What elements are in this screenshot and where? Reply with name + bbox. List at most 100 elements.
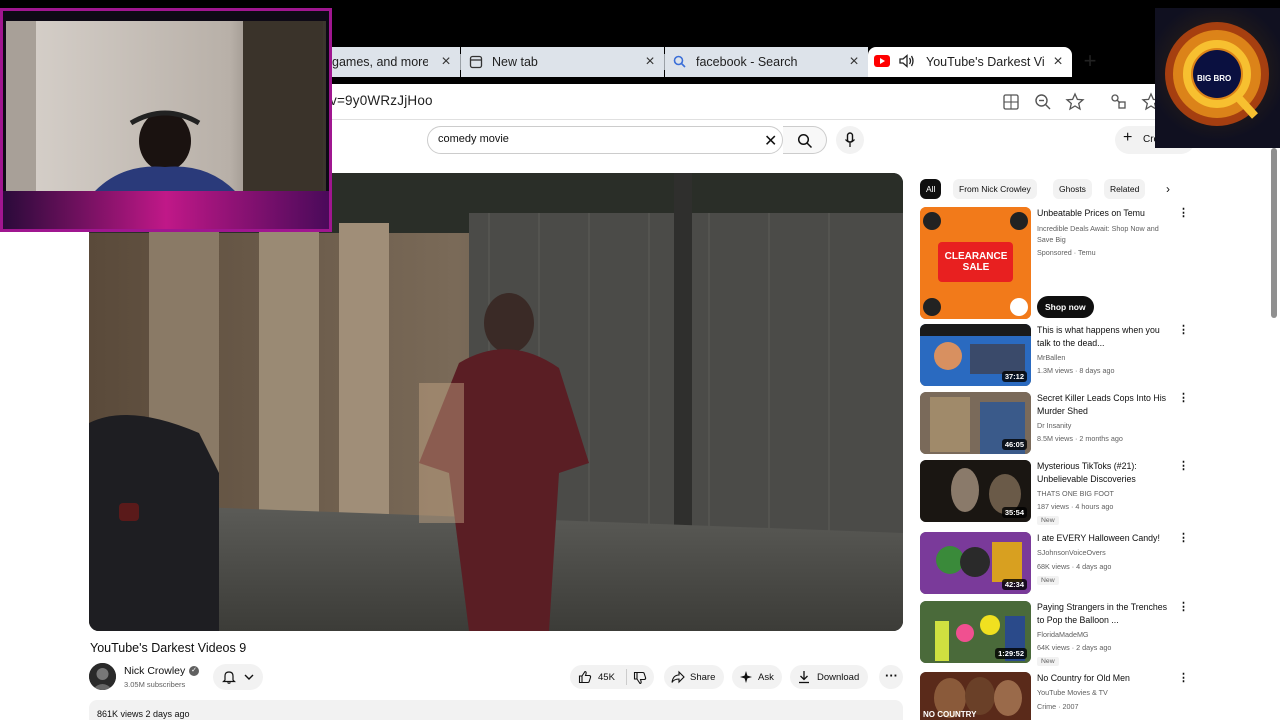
microphone-icon — [844, 132, 856, 147]
rec-meta: 68K views · 4 days ago — [1037, 562, 1112, 571]
search-input-text[interactable]: comedy movie — [438, 133, 509, 145]
download-label: Download — [817, 672, 860, 683]
close-icon[interactable]: × — [1050, 54, 1066, 70]
rec-meta: Crime · 2007 — [1037, 702, 1079, 711]
like-count[interactable]: 45K — [598, 672, 615, 683]
new-badge: New — [1037, 516, 1059, 525]
chip-all[interactable]: All — [920, 179, 942, 199]
rec-channel[interactable]: YouTube Movies & TV — [1037, 688, 1108, 697]
chip-related[interactable]: Related — [1104, 179, 1146, 199]
rec-thumbnail[interactable]: 37:12 — [920, 324, 1031, 386]
rec-meta: 1.3M views · 8 days ago — [1037, 366, 1115, 375]
tab-label: YouTube's Darkest Vid — [926, 55, 1044, 69]
rec-meta: 8.5M views · 2 months ago — [1037, 434, 1123, 443]
download-button[interactable]: Download — [790, 665, 868, 689]
recommendation-item[interactable]: 42:34 I ate EVERY Halloween Candy! SJohn… — [920, 532, 1190, 595]
youtube-header: comedy movie ✕ + Cre — [330, 120, 1280, 160]
extensions-icon[interactable] — [1109, 92, 1129, 112]
tab-facebook-search[interactable]: facebook - Search × — [665, 47, 868, 77]
recommendation-item[interactable]: 46:05 Secret Killer Leads Cops Into His … — [920, 392, 1190, 455]
rec-thumbnail[interactable]: 46:05 — [920, 392, 1031, 454]
url-text[interactable]: v=9y0WRzJjHoo — [330, 93, 433, 108]
scrollbar-thumb[interactable] — [1271, 148, 1277, 318]
rec-thumbnail[interactable]: NO COUNTRY — [920, 672, 1031, 720]
rec-title[interactable]: Mysterious TikToks (#21): Unbelievable D… — [1037, 460, 1172, 486]
rec-channel[interactable]: Dr Insanity — [1037, 421, 1071, 430]
ask-button[interactable]: Ask — [732, 665, 782, 689]
more-vertical-icon[interactable]: ⋮ — [1178, 673, 1189, 684]
recommendation-item[interactable]: 37:12 This is what happens when you talk… — [920, 324, 1190, 387]
notifications-button[interactable] — [213, 664, 263, 690]
description-box[interactable]: 861K views 2 days ago — [89, 700, 903, 720]
thumbnail-text: NO COUNTRY — [923, 710, 977, 719]
close-icon[interactable]: × — [642, 54, 658, 70]
rec-channel[interactable]: FloridaMadeMG — [1037, 630, 1089, 639]
channel-avatar[interactable] — [89, 663, 116, 690]
favorite-star-icon[interactable] — [1065, 92, 1085, 112]
search-button[interactable] — [783, 126, 827, 154]
rec-title[interactable]: No Country for Old Men — [1037, 672, 1172, 685]
tab-youtube-active[interactable]: YouTube's Darkest Vid × — [868, 47, 1072, 77]
rec-channel[interactable]: MrBallen — [1037, 353, 1065, 362]
chip-ghosts[interactable]: Ghosts — [1053, 179, 1092, 199]
rec-channel: Incredible Deals Await: Shop Now and Sav… — [1037, 224, 1159, 244]
tab-new-tab[interactable]: New tab × — [461, 47, 664, 77]
rec-title[interactable]: Paying Strangers in the Trenches to Pop … — [1037, 601, 1172, 627]
close-icon[interactable]: × — [846, 54, 862, 70]
more-vertical-icon[interactable]: ⋮ — [1178, 602, 1189, 613]
tab-games[interactable]: games, and more g × — [330, 47, 460, 77]
rec-channel[interactable]: THATS ONE BIG FOOT — [1037, 489, 1114, 498]
rec-meta: 64K views · 2 days ago — [1037, 643, 1112, 652]
chevron-down-icon — [244, 674, 254, 680]
chip-from-nick-crowley[interactable]: From Nick Crowley — [953, 179, 1037, 199]
address-bar[interactable]: v=9y0WRzJjHoo — [330, 84, 1280, 120]
zoom-out-icon[interactable] — [1033, 92, 1053, 112]
recommendation-ad[interactable]: CLEARANCE SALE Unbeatable Prices on Temu… — [920, 207, 1190, 319]
dislike-icon[interactable] — [633, 671, 647, 685]
more-vertical-icon[interactable]: ⋮ — [1178, 461, 1189, 472]
more-actions-button[interactable]: ··· — [879, 665, 903, 689]
search-input[interactable]: comedy movie ✕ — [427, 126, 783, 154]
close-icon[interactable]: × — [438, 54, 454, 70]
search-icon — [673, 55, 686, 68]
recommendation-item[interactable]: 1:29:52 Paying Strangers in the Trenches… — [920, 601, 1190, 666]
rec-thumbnail[interactable]: 1:29:52 — [920, 601, 1031, 663]
more-vertical-icon[interactable]: ⋮ — [1178, 325, 1189, 336]
more-vertical-icon[interactable]: ⋮ — [1178, 393, 1189, 404]
apps-icon[interactable] — [1001, 92, 1021, 112]
like-icon[interactable] — [578, 670, 592, 684]
ad-thumbnail-text: CLEARANCE SALE — [944, 251, 1008, 273]
verified-badge-icon: ✓ — [189, 666, 199, 676]
share-label: Share — [690, 672, 716, 683]
more-vertical-icon[interactable]: ⋮ — [1178, 208, 1189, 219]
chevron-right-icon[interactable]: › — [1166, 182, 1170, 196]
duration-badge: 1:29:52 — [995, 648, 1027, 659]
video-player[interactable] — [89, 173, 903, 631]
rec-channel[interactable]: SJohnsonVoiceOvers — [1037, 548, 1106, 557]
duration-badge: 37:12 — [1001, 371, 1027, 382]
ad-thumbnail[interactable]: CLEARANCE SALE — [920, 207, 1031, 319]
new-tab-button[interactable]: + — [1080, 50, 1100, 74]
new-badge: New — [1037, 657, 1059, 666]
speaker-icon[interactable] — [899, 54, 915, 68]
avatar-image — [89, 663, 116, 690]
page-scrollbar[interactable] — [1270, 148, 1278, 720]
rec-meta: Sponsored · Temu — [1037, 248, 1096, 257]
rec-title[interactable]: This is what happens when you talk to th… — [1037, 324, 1172, 350]
rec-thumbnail[interactable]: 35:54 — [920, 460, 1031, 522]
rec-title[interactable]: Unbeatable Prices on Temu — [1037, 207, 1172, 220]
recommendation-item[interactable]: NO COUNTRY No Country for Old Men YouTub… — [920, 672, 1190, 720]
like-dislike-group: 45K — [570, 665, 654, 689]
voice-search-button[interactable] — [836, 126, 864, 154]
rec-title[interactable]: I ate EVERY Halloween Candy! — [1037, 532, 1172, 545]
channel-name[interactable]: Nick Crowley — [124, 665, 185, 677]
rec-title[interactable]: Secret Killer Leads Cops Into His Murder… — [1037, 392, 1172, 418]
share-button[interactable]: Share — [664, 665, 724, 689]
more-vertical-icon[interactable]: ⋮ — [1178, 533, 1189, 544]
clear-search-icon[interactable]: ✕ — [764, 131, 777, 151]
recommendation-item[interactable]: 35:54 Mysterious TikToks (#21): Unbeliev… — [920, 460, 1190, 525]
shop-now-button[interactable]: Shop now — [1037, 296, 1094, 318]
bell-icon — [222, 671, 236, 684]
rec-thumbnail[interactable]: 42:34 — [920, 532, 1031, 594]
duration-badge: 35:54 — [1001, 507, 1027, 518]
